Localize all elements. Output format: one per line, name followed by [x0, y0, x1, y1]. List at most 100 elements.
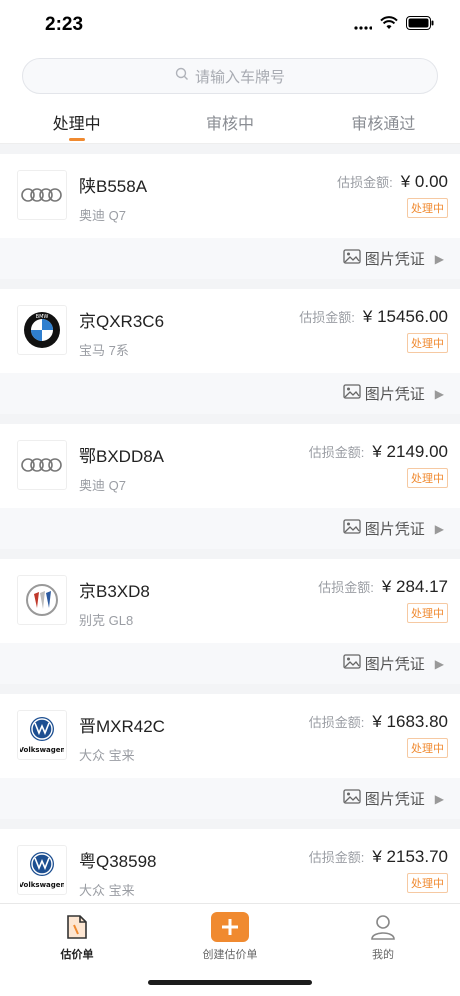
- amount-label: 估损金额:: [318, 580, 374, 595]
- car-model: 别克 GL8: [79, 613, 134, 628]
- photo-evidence-label: 图片凭证: [364, 251, 425, 268]
- bmw-logo-text: BMW: [36, 314, 49, 320]
- search-input[interactable]: 请输入车牌号: [22, 58, 438, 94]
- status-tabs: 处理中 审核中 审核通过: [0, 106, 460, 144]
- audi-logo-icon: [17, 170, 67, 220]
- amount-row: 估损金额: ¥ 2149.00: [309, 442, 448, 462]
- chevron-right-icon: ▶: [434, 791, 444, 806]
- car-model: 大众 宝来: [79, 883, 135, 898]
- plate-number: 晋MXR42C: [79, 717, 165, 736]
- amount-label: 估损金额:: [308, 445, 365, 460]
- estimate-card[interactable]: 陕B558A 奥迪 Q7 估损金额: ¥ 0.00 处理中 图片凭证 ▶: [0, 154, 460, 279]
- estimate-card[interactable]: 京B3XD8 别克 GL8 估损金额: ¥ 284.17 处理中 图片凭证 ▶: [0, 559, 460, 684]
- photo-evidence-link[interactable]: 图片凭证 ▶: [0, 508, 460, 549]
- amount-value: ¥ 1683.80: [372, 712, 448, 731]
- status-badge: 处理中: [407, 198, 448, 218]
- search-placeholder: 请输入车牌号: [194, 68, 285, 86]
- car-model: 大众 宝来: [79, 748, 135, 763]
- chevron-right-icon: ▶: [434, 386, 444, 401]
- amount-value: ¥ 284.17: [381, 577, 448, 596]
- tab-label: 估价单: [60, 949, 94, 961]
- tab-reviewing[interactable]: 审核中: [153, 106, 306, 144]
- image-icon: [343, 654, 361, 673]
- status-icons: [354, 16, 434, 35]
- status-badge: 处理中: [407, 873, 448, 893]
- home-indicator: [148, 980, 312, 985]
- battery-icon: [406, 16, 434, 35]
- plus-icon: [170, 912, 290, 942]
- tab-create-estimate[interactable]: 创建估价单: [170, 912, 290, 962]
- audi-logo-icon: [17, 440, 67, 490]
- status-time: 2:23: [45, 14, 84, 35]
- amount-label: 估损金额:: [299, 310, 355, 325]
- bmw-logo-icon: BMW: [17, 305, 67, 355]
- card-summary[interactable]: 京B3XD8 别克 GL8 估损金额: ¥ 284.17 处理中: [0, 559, 460, 643]
- status-bar: 2:23: [0, 0, 460, 50]
- amount-row: 估损金额: ¥ 1683.80: [309, 712, 448, 732]
- plate-number: 京B3XD8: [79, 582, 150, 601]
- photo-evidence-label: 图片凭证: [364, 791, 425, 808]
- plate-number: 京QXR3C6: [79, 312, 165, 331]
- estimate-card[interactable]: BMW 京QXR3C6 宝马 7系 估损金额: ¥ 15456.00 处理中 图…: [0, 289, 460, 414]
- amount-label: 估损金额:: [308, 850, 365, 865]
- car-model: 奥迪 Q7: [79, 208, 126, 223]
- tab-processing[interactable]: 处理中: [0, 106, 153, 144]
- card-summary[interactable]: 陕B558A 奥迪 Q7 估损金额: ¥ 0.00 处理中: [0, 154, 460, 238]
- wifi-icon: [380, 16, 398, 35]
- car-model: 奥迪 Q7: [79, 478, 126, 493]
- image-icon: [343, 249, 361, 268]
- tab-label: 审核中: [205, 116, 254, 133]
- tab-estimates[interactable]: 估价单: [17, 912, 137, 962]
- chevron-right-icon: ▶: [434, 251, 444, 266]
- amount-value: ¥ 2149.00: [372, 442, 448, 461]
- tab-label: 创建估价单: [202, 949, 258, 961]
- status-badge: 处理中: [407, 738, 448, 758]
- image-icon: [343, 519, 361, 538]
- amount-row: 估损金额: ¥ 284.17: [318, 577, 448, 597]
- chevron-right-icon: ▶: [434, 656, 444, 671]
- plate-number: 粤Q38598: [79, 852, 157, 871]
- buick-logo-icon: [17, 575, 67, 625]
- amount-row: 估损金额: ¥ 2153.70: [309, 847, 448, 867]
- image-icon: [343, 789, 361, 808]
- amount-value: ¥ 0.00: [400, 172, 448, 191]
- photo-evidence-link[interactable]: 图片凭证 ▶: [0, 778, 460, 819]
- tab-label: 审核通过: [351, 116, 416, 133]
- amount-value: ¥ 15456.00: [362, 307, 448, 326]
- photo-evidence-link[interactable]: 图片凭证 ▶: [0, 238, 460, 279]
- status-badge: 处理中: [407, 333, 448, 353]
- status-badge: 处理中: [407, 603, 448, 623]
- status-badge: 处理中: [407, 468, 448, 488]
- tab-label: 处理中: [52, 116, 101, 133]
- photo-evidence-label: 图片凭证: [364, 521, 425, 538]
- amount-label: 估损金额:: [308, 715, 365, 730]
- tab-active-indicator: [68, 138, 85, 141]
- photo-evidence-label: 图片凭证: [364, 656, 425, 673]
- card-summary[interactable]: Volkswagen 粤Q38598 大众 宝来 估损金额: ¥ 2153.70…: [0, 829, 460, 913]
- document-icon: [17, 912, 137, 942]
- photo-evidence-link[interactable]: 图片凭证 ▶: [0, 643, 460, 684]
- chevron-right-icon: ▶: [434, 521, 444, 536]
- search-icon: [175, 67, 189, 85]
- amount-label: 估损金额:: [337, 175, 393, 190]
- plate-number: 鄂BXDD8A: [79, 447, 165, 466]
- amount-value: ¥ 2153.70: [372, 847, 448, 866]
- header: 请输入车牌号 处理中 审核中 审核通过: [0, 50, 460, 144]
- tab-label: 我的: [372, 949, 394, 961]
- user-icon: [323, 912, 443, 942]
- amount-row: 估损金额: ¥ 0.00: [337, 172, 448, 192]
- vw-logo-text: Volkswagen: [20, 881, 64, 889]
- card-summary[interactable]: Volkswagen 晋MXR42C 大众 宝来 估损金额: ¥ 1683.80…: [0, 694, 460, 778]
- photo-evidence-link[interactable]: 图片凭证 ▶: [0, 373, 460, 414]
- estimate-list: 陕B558A 奥迪 Q7 估损金额: ¥ 0.00 处理中 图片凭证 ▶ BMW…: [0, 154, 460, 964]
- tab-profile[interactable]: 我的: [323, 912, 443, 962]
- photo-evidence-label: 图片凭证: [364, 386, 425, 403]
- estimate-card[interactable]: Volkswagen 晋MXR42C 大众 宝来 估损金额: ¥ 1683.80…: [0, 694, 460, 819]
- card-summary[interactable]: 鄂BXDD8A 奥迪 Q7 估损金额: ¥ 2149.00 处理中: [0, 424, 460, 508]
- card-summary[interactable]: BMW 京QXR3C6 宝马 7系 估损金额: ¥ 15456.00 处理中: [0, 289, 460, 373]
- vw-logo-icon: Volkswagen: [17, 845, 67, 895]
- estimate-card[interactable]: 鄂BXDD8A 奥迪 Q7 估损金额: ¥ 2149.00 处理中 图片凭证 ▶: [0, 424, 460, 549]
- tab-approved[interactable]: 审核通过: [307, 106, 460, 144]
- amount-row: 估损金额: ¥ 15456.00: [299, 307, 448, 327]
- signal-icon: [354, 17, 373, 35]
